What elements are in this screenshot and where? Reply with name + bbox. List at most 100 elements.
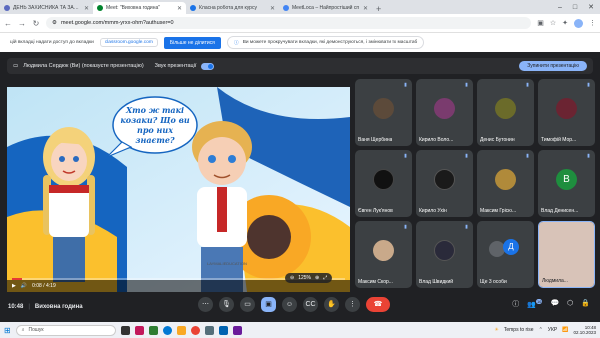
task-view-icon[interactable]	[120, 325, 130, 335]
os-taskbar: ⊞ ⌕ Пошук ☀ Temps to rise ⌃ УКР 📶 10:48 …	[0, 322, 600, 338]
participant-tile[interactable]: ▮ Денис Бутонин	[477, 79, 534, 146]
participant-tile[interactable]: ▮ Влад Швидкий	[416, 221, 473, 288]
participant-tile[interactable]: ▮ Ваня Щербина	[355, 79, 412, 146]
chat-icon[interactable]: 💬	[550, 299, 559, 309]
people-icon[interactable]: 👥16	[527, 299, 543, 309]
stop-presenting-button[interactable]: Зупинити презентацію	[519, 61, 587, 71]
minimize-button[interactable]: –	[558, 4, 562, 11]
participant-name: Ще 3 особи	[480, 279, 507, 285]
captions-icon[interactable]: CC	[303, 297, 318, 312]
url-field[interactable]: ⚙ meet.google.com/mmm-yrxx-ohm?authuser=…	[46, 17, 532, 29]
participant-name: Кирило Воло...	[419, 137, 454, 143]
info-icon[interactable]: ⓘ	[512, 299, 519, 309]
camera-in-use-icon[interactable]: ▣	[537, 19, 544, 27]
menu-kebab-icon[interactable]: ⋮	[589, 19, 596, 27]
sound-label: Звук презентації	[154, 63, 197, 69]
mic-active-icon: ▮	[463, 224, 470, 231]
close-tab-icon[interactable]: ✕	[177, 5, 182, 12]
app-icon[interactable]	[232, 325, 242, 335]
start-windows-icon[interactable]: ⊞	[4, 326, 11, 335]
edge-icon[interactable]	[162, 325, 172, 335]
app-icon[interactable]	[134, 325, 144, 335]
avatar	[373, 98, 394, 119]
mic-active-icon: ▮	[524, 82, 531, 89]
site-info-icon[interactable]: ⚙	[52, 20, 57, 26]
close-tab-icon[interactable]: ✕	[363, 5, 368, 12]
avatar	[373, 169, 394, 190]
browser-tab[interactable]: Класна робота для курсу ✕	[186, 2, 279, 14]
participant-tile[interactable]: ▮ Тимофій Мор...	[538, 79, 595, 146]
fullscreen-icon[interactable]: ⤢	[323, 275, 327, 281]
system-clock[interactable]: 10:48 02.10.2023	[573, 325, 596, 335]
avatar-letter: Д	[503, 239, 519, 255]
store-icon[interactable]	[204, 325, 214, 335]
close-tab-icon[interactable]: ✕	[84, 5, 89, 12]
host-controls-icon[interactable]: 🔒	[581, 299, 590, 309]
emoji-reaction-icon[interactable]: ☺	[282, 297, 297, 312]
forward-icon[interactable]: →	[18, 19, 26, 28]
reload-icon[interactable]: ↻	[32, 19, 40, 28]
activities-icon[interactable]: ⬡	[567, 299, 573, 309]
self-view-tile[interactable]: Людмила...	[538, 221, 595, 288]
zoom-level: 125%	[298, 275, 311, 281]
classroom-favicon-icon	[190, 5, 196, 11]
close-window-button[interactable]: ✕	[588, 3, 594, 11]
present-screen-icon: ▭	[13, 63, 19, 69]
participant-tile[interactable]: ▮ Максим Грісю...	[477, 150, 534, 217]
tray-chevron-icon[interactable]: ⌃	[539, 327, 543, 333]
raise-hand-icon[interactable]: ✋	[324, 297, 339, 312]
close-tab-icon[interactable]: ✕	[270, 5, 275, 12]
clock-date: 02.10.2023	[573, 330, 596, 335]
mic-active-icon: ▮	[524, 153, 531, 160]
bookmark-star-icon[interactable]: ☆	[550, 19, 556, 27]
participant-tile[interactable]: ▮ Кирило Воло...	[416, 79, 473, 146]
presenter-label: Людмила Сердюк (Ви) (показуєте презентац…	[23, 63, 144, 69]
participant-tile[interactable]: ▮ Кирило Ухін	[416, 150, 473, 217]
back-icon[interactable]: ←	[4, 19, 12, 28]
presentation-sound-toggle[interactable]	[201, 62, 215, 70]
new-tab-button[interactable]: +	[372, 4, 385, 14]
browser-tab-active[interactable]: Meet: "Виховна година" ✕	[93, 2, 186, 14]
chrome-icon[interactable]	[190, 325, 200, 335]
zoom-out-icon[interactable]: ⊖	[290, 275, 294, 281]
play-icon[interactable]: ▶	[12, 283, 16, 289]
avatar	[434, 240, 455, 261]
microphone-icon[interactable]: 🎙	[219, 297, 234, 312]
participant-tile[interactable]: ▮ Максим Скор...	[355, 221, 412, 288]
mic-active-icon: ▮	[402, 153, 409, 160]
wifi-icon[interactable]: 📶	[562, 327, 568, 333]
language-indicator[interactable]: УКР	[548, 327, 557, 333]
more-vert-icon[interactable]: ⋮	[345, 297, 360, 312]
sharing-message: цій вкладці надати доступ до вкладки	[10, 40, 94, 45]
weather-text[interactable]: Temps to rise	[504, 327, 534, 333]
people-count: 16	[535, 299, 543, 304]
shared-tab-chip: classroom.google.com	[99, 38, 158, 47]
avatar	[434, 98, 455, 119]
more-options-icon[interactable]: ⋯	[198, 297, 213, 312]
browser-tab[interactable]: ДЕНЬ ЗАХИСНИКА ТА ЗАХИСН ✕	[0, 2, 93, 14]
extensions-icon[interactable]: ✦	[562, 19, 568, 27]
participant-name: Євген Лук'янов	[358, 208, 393, 214]
participant-tile[interactable]: В ▮ Влад Денисен...	[538, 150, 595, 217]
mail-icon[interactable]	[218, 325, 228, 335]
more-participants-tile[interactable]: Д Ще 3 особи	[477, 221, 534, 288]
maximize-button[interactable]: □	[573, 4, 577, 11]
window-controls: – □ ✕	[558, 0, 600, 14]
meet-stage: ▭ Людмила Сердюк (Ви) (показуєте презент…	[0, 52, 600, 322]
participant-tile[interactable]: ▮ Євген Лук'янов	[355, 150, 412, 217]
leave-call-button[interactable]: ☎	[366, 297, 390, 312]
present-screen-button[interactable]: ▣	[261, 297, 276, 312]
file-explorer-icon[interactable]	[176, 325, 186, 335]
profile-avatar[interactable]	[574, 18, 583, 28]
side-panel-controls: ⓘ 👥16 💬 ⬡ 🔒	[512, 299, 590, 309]
zoom-in-icon[interactable]: ⊕	[315, 275, 319, 281]
volume-icon[interactable]: 🔊	[21, 283, 27, 289]
app-icon[interactable]	[148, 325, 158, 335]
zoom-controls: ⊖ 125% ⊕ ⤢	[285, 273, 333, 283]
participant-name: Денис Бутонин	[480, 137, 515, 143]
camera-icon[interactable]: ▭	[240, 297, 255, 312]
weather-icon[interactable]: ☀	[494, 327, 498, 333]
stop-sharing-button[interactable]: Більше не ділитися	[163, 36, 221, 49]
browser-tab[interactable]: MeetLoca – Найпростіший сп ✕	[279, 2, 372, 14]
taskbar-search[interactable]: ⌕ Пошук	[15, 324, 116, 336]
